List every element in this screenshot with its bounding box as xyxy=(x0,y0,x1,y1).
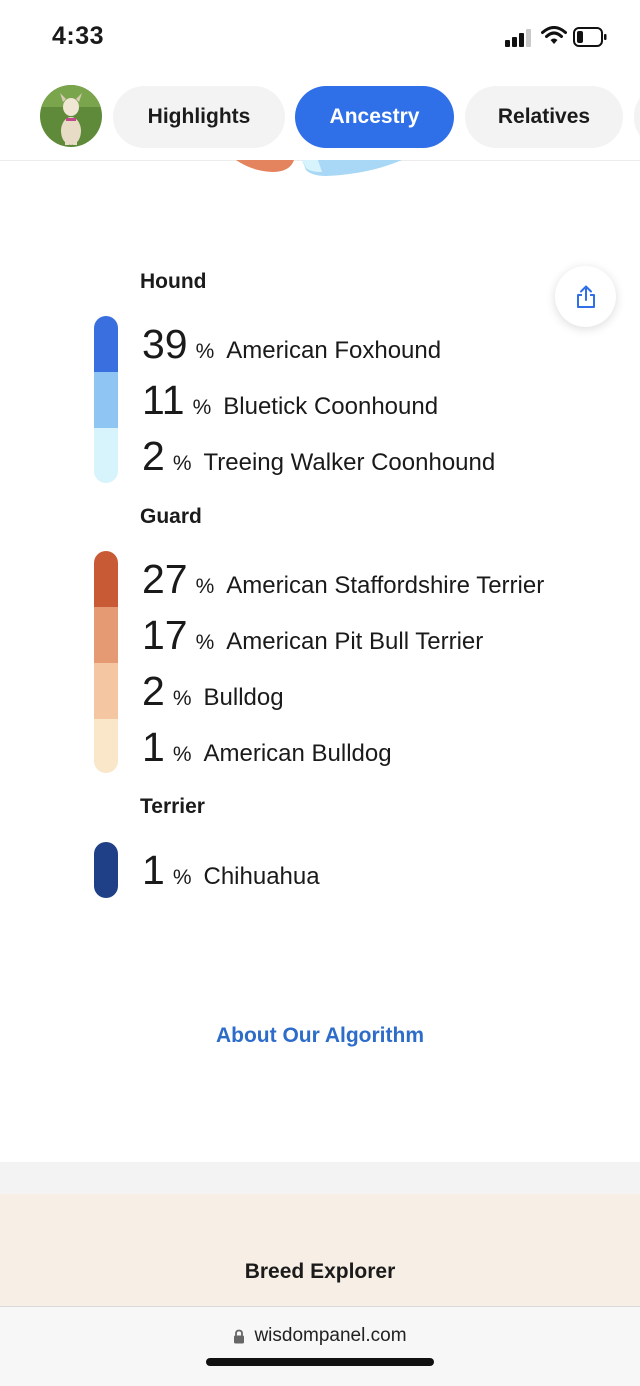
breed-percent: 11 xyxy=(142,377,185,423)
bar-segment xyxy=(94,663,118,719)
section-tab-bar: Highlights Ancestry Relatives xyxy=(0,76,640,161)
group-title-terrier: Terrier xyxy=(140,795,205,818)
signal-icon xyxy=(505,29,533,47)
share-button[interactable] xyxy=(555,266,616,327)
breed-explorer-title: Breed Explorer xyxy=(244,1260,396,1283)
tab-relatives[interactable]: Relatives xyxy=(465,86,623,148)
breed-row-american-foxhound[interactable]: 39% American Foxhound xyxy=(142,316,441,372)
percent-sign: % xyxy=(195,340,215,363)
breed-percent: 27 xyxy=(142,556,188,602)
breed-percent: 1 xyxy=(142,847,165,893)
breed-name: Bluetick Coonhound xyxy=(223,393,439,420)
group-title-guard: Guard xyxy=(140,505,202,528)
breed-percent: 17 xyxy=(142,612,188,658)
lock-icon xyxy=(234,1329,245,1343)
bar-segment xyxy=(94,551,118,607)
share-icon xyxy=(576,285,595,308)
breed-percent: 39 xyxy=(142,321,188,367)
dog-avatar[interactable] xyxy=(40,85,102,147)
breed-explorer-section xyxy=(0,1194,640,1306)
bar-segment xyxy=(94,372,118,428)
tab-ancestry[interactable]: Ancestry xyxy=(295,86,454,148)
wifi-icon xyxy=(541,26,567,44)
breed-row-bulldog[interactable]: 2% Bulldog xyxy=(142,663,284,719)
status-time: 4:33 xyxy=(52,22,105,50)
breed-row-american-pit-bull-terrier[interactable]: 17% American Pit Bull Terrier xyxy=(142,607,483,663)
about-our-algorithm-link[interactable]: About Our Algorithm xyxy=(0,1024,640,1048)
url-display[interactable]: wisdompanel.com xyxy=(0,1325,640,1347)
percent-sign: % xyxy=(192,396,212,419)
breed-row-chihuahua[interactable]: 1% Chihuahua xyxy=(142,842,320,898)
battery-icon xyxy=(573,27,607,47)
breed-percent: 2 xyxy=(142,668,165,714)
breed-name: American Staffordshire Terrier xyxy=(226,572,545,599)
breed-percent: 1 xyxy=(142,724,165,770)
url-text: wisdompanel.com xyxy=(254,1325,407,1346)
percent-sign: % xyxy=(172,866,192,889)
breed-name: American Foxhound xyxy=(226,337,442,364)
tab-highlights[interactable]: Highlights xyxy=(113,86,285,148)
breed-row-treeing-walker-coonhound[interactable]: 2% Treeing Walker Coonhound xyxy=(142,428,495,484)
group-title-hound: Hound xyxy=(140,270,207,293)
hound-color-bar xyxy=(94,316,118,483)
bar-segment xyxy=(94,719,118,773)
bar-segment xyxy=(94,428,118,483)
terrier-color-bar xyxy=(94,842,118,898)
bar-segment xyxy=(94,842,118,898)
breed-name: American Bulldog xyxy=(203,740,392,767)
breed-row-bluetick-coonhound[interactable]: 11% Bluetick Coonhound xyxy=(142,372,438,428)
section-divider xyxy=(0,1162,640,1194)
bar-segment xyxy=(94,607,118,663)
percent-sign: % xyxy=(172,743,192,766)
breed-name: Treeing Walker Coonhound xyxy=(203,449,496,476)
home-indicator[interactable] xyxy=(206,1358,434,1366)
percent-sign: % xyxy=(195,575,215,598)
percent-sign: % xyxy=(195,631,215,654)
bar-segment xyxy=(94,316,118,372)
dog-photo-icon xyxy=(40,85,102,147)
status-bar: 4:33 xyxy=(0,0,640,76)
guard-color-bar xyxy=(94,551,118,773)
browser-url-bar[interactable]: wisdompanel.com xyxy=(0,1306,640,1386)
breed-name: Chihuahua xyxy=(203,863,320,890)
breed-row-american-bulldog[interactable]: 1% American Bulldog xyxy=(142,719,392,775)
tab-partial-next[interactable] xyxy=(634,86,640,148)
breed-name: American Pit Bull Terrier xyxy=(226,628,484,655)
percent-sign: % xyxy=(172,452,192,475)
percent-sign: % xyxy=(172,687,192,710)
breed-percent: 2 xyxy=(142,433,165,479)
ancestry-donut-chart-edge xyxy=(236,160,402,176)
breed-name: Bulldog xyxy=(203,684,284,711)
breed-row-american-staffordshire-terrier[interactable]: 27% American Staffordshire Terrier xyxy=(142,551,544,607)
